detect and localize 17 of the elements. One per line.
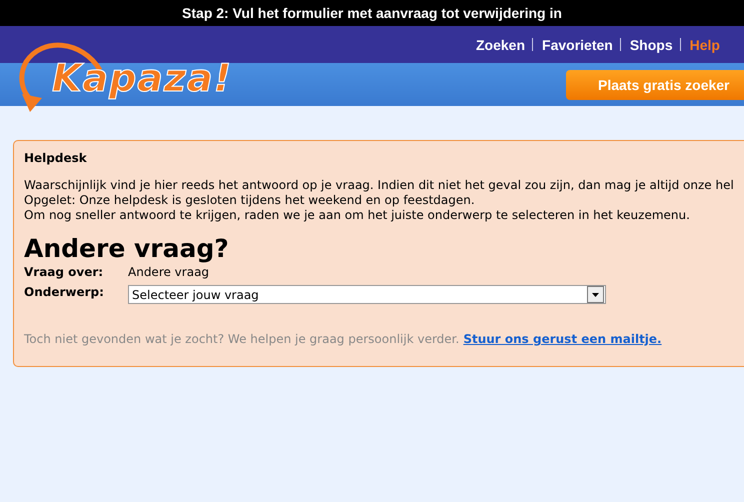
field-label: Vraag over: [24, 265, 104, 279]
heading: Andere vraag? [24, 235, 230, 263]
mail-link[interactable]: Stuur ons gerust een mailtje. [463, 332, 662, 346]
panel-title: Helpdesk [24, 151, 88, 165]
field-value: Andere vraag [128, 265, 210, 279]
footer-text: Toch niet gevonden wat je zocht? We helpen je graag persoonlijk verder. [24, 332, 460, 346]
caption-bar: Stap 2: Vul het formulier met aanvraag tot verwijdering in [0, 0, 744, 26]
nav-link[interactable]: Help [690, 36, 720, 52]
paragraph: Opgelet: Onze helpdesk is gesloten tijdens het weekend en op feestdagen. [24, 193, 476, 208]
paragraph: Om nog sneller antwoord te krijgen, raden we je aan om het juiste onderwerp te selecteren in het keuzemenu. [24, 208, 691, 223]
dropdown-arrow-icon [592, 292, 599, 296]
paragraph: Waarschijnlijk vind je hier reeds het antwoord op je vraag. Indien dit niet het geval zou zijn, dan mag je altijd onze hel [24, 178, 735, 193]
subject-dropdown[interactable]: Selecteer jouw vraag [128, 285, 606, 304]
nav-link[interactable]: Shops [630, 36, 673, 52]
nav-link[interactable]: Favorieten [542, 36, 613, 52]
nav-link[interactable]: Zoeken [476, 36, 526, 52]
field-label: Onderwerp: [24, 285, 105, 301]
